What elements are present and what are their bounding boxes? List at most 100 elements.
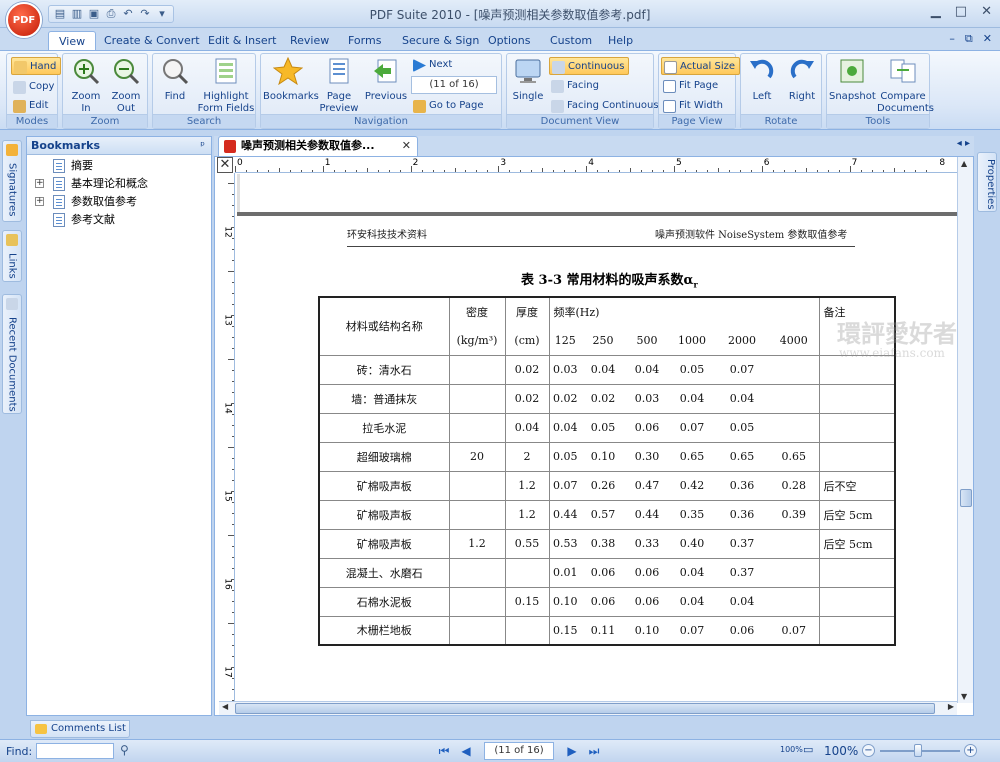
tab-create-convert[interactable]: Create & Convert [100,31,204,50]
go-to-page-button[interactable]: Go to Page [411,97,483,115]
find-input[interactable] [36,743,114,759]
bookmark-item[interactable]: + 基本理论和概念 [27,175,211,193]
tab-options[interactable]: Options [484,31,534,50]
ruler-tick [531,170,533,172]
search-icon[interactable]: ⚲ [120,743,129,757]
table-cell: 0.04 [669,383,715,414]
hand-mode-button[interactable]: Hand [11,57,62,75]
comments-list-tab[interactable]: Comments List [30,720,130,738]
zoom-in-status-button[interactable]: + [964,744,977,757]
properties-tab[interactable]: Properties [977,152,997,212]
page-count-field[interactable]: (11 of 16) [484,742,554,760]
highlight-form-fields-button[interactable]: Highlight Form Fields [197,57,255,115]
first-page-icon[interactable]: ⏮ [436,743,452,759]
customize-qat-icon[interactable]: ▾ [155,7,169,21]
scroll-left-icon[interactable]: ◀ [222,702,228,711]
copy-mode-button[interactable]: Copy [11,78,54,96]
compare-documents-button[interactable]: Compare Documents [877,57,934,115]
tab-scroll-arrows[interactable]: ◂ ▸ [957,138,970,149]
scroll-up-icon[interactable]: ▲ [961,159,967,168]
horizontal-scrollbar[interactable]: ◀ ▶ [219,701,957,715]
open-icon[interactable]: ▥ [70,7,84,21]
fit-page-button[interactable]: Fit Page [661,77,718,95]
close-tab-icon[interactable]: ✕ [402,137,411,155]
undo-icon[interactable]: ↶ [121,7,135,21]
group-label-document-view: Document View [507,114,653,128]
page-header-right: 噪声预测软件 NoiseSystem 参数取值参考 [655,230,848,241]
actual-size-status-icon[interactable]: 100% [780,745,803,754]
go-to-page-icon [413,100,426,113]
facing-view-button[interactable]: Facing [549,77,599,95]
ruler-tick [232,392,234,393]
table-cell: 0.04 [581,354,625,385]
table-cell: 0.57 [581,499,625,530]
ruler-tick [487,170,489,172]
document-tab[interactable]: 噪声预测相关参数取值参... ✕ [218,136,418,156]
horizontal-scroll-thumb[interactable] [235,703,935,714]
expand-icon[interactable]: + [35,197,44,206]
scroll-right-icon[interactable]: ▶ [948,702,954,711]
doc-close-button[interactable]: ✕ [983,32,992,46]
expand-icon[interactable]: + [35,179,44,188]
actual-size-button[interactable]: Actual Size [661,57,741,75]
zoom-out-status-button[interactable]: − [862,744,875,757]
page-number-input[interactable]: (11 of 16) [411,76,497,94]
find-button[interactable]: Find [157,57,193,103]
single-view-button[interactable]: Single [509,57,547,103]
ruler-corner-button[interactable]: ✕ [217,157,233,173]
zoom-in-button[interactable]: Zoom In [67,57,105,115]
bookmarks-button[interactable]: Bookmarks [263,56,319,103]
next-page-icon[interactable]: ▶ [564,743,580,759]
fit-width-icon [663,100,676,113]
recent-documents-tab[interactable]: Recent Documents [2,294,22,414]
close-button[interactable]: ✕ [981,4,992,19]
maximize-button[interactable]: □ [955,4,967,19]
rotate-left-button[interactable]: Left [743,57,781,103]
zoom-out-button[interactable]: Zoom Out [107,57,145,115]
bookmark-item[interactable]: 参考文献 [27,211,211,229]
rotate-right-button[interactable]: Right [783,57,821,103]
redo-icon[interactable]: ↷ [138,7,152,21]
last-page-icon[interactable]: ⏭ [586,743,602,759]
pin-icon[interactable]: ᵖ [200,137,205,155]
continuous-view-button[interactable]: Continuous [549,57,630,75]
new-icon[interactable]: ▤ [53,7,67,21]
previous-button[interactable]: Previous [363,57,409,103]
signatures-tab[interactable]: Signatures [2,140,22,222]
save-icon[interactable]: ▣ [87,7,101,21]
tab-secure-sign[interactable]: Secure & Sign [398,31,483,50]
ruler-tick [344,170,346,172]
ribbon-restore-button[interactable]: ⧉ [965,32,973,46]
previous-page-icon[interactable]: ◀ [458,743,474,759]
page-preview-button[interactable]: Page Preview [317,57,361,115]
table-cell: 0.07 [669,615,715,646]
ribbon-minimize-button[interactable]: – [949,32,955,46]
app-logo-button[interactable]: PDF [6,2,42,38]
tab-forms[interactable]: Forms [344,31,385,50]
tab-edit-insert[interactable]: Edit & Insert [204,31,280,50]
vertical-scrollbar[interactable]: ▲ ▼ [957,157,973,703]
group-label-tools: Tools [827,114,929,128]
table-cell: 0.07 [715,354,769,385]
edit-mode-button[interactable]: Edit [11,97,48,115]
fit-page-status-icon[interactable]: ▭ [803,743,813,756]
fit-width-button[interactable]: Fit Width [661,97,723,115]
tab-review[interactable]: Review [286,31,333,50]
zoom-slider-thumb[interactable] [914,744,922,757]
bookmark-item[interactable]: 摘要 [27,157,211,175]
ruler-tick [232,656,234,657]
minimize-button[interactable]: ▁ [931,4,941,19]
facing-continuous-button[interactable]: Facing Continuous [549,97,659,115]
tab-help[interactable]: Help [604,31,637,50]
tab-custom[interactable]: Custom [546,31,596,50]
vertical-scroll-thumb[interactable] [960,489,972,507]
bookmark-item[interactable]: + 参数取值参考 [27,193,211,211]
print-icon[interactable]: ⎙ [104,7,118,21]
next-button[interactable]: Next [411,56,452,74]
snapshot-button[interactable]: Snapshot [829,57,876,103]
table-cell: 0.37 [715,528,769,559]
scroll-down-icon[interactable]: ▼ [961,692,967,701]
table-cell: 0.02 [504,383,550,414]
tab-view[interactable]: View [48,31,97,50]
links-tab[interactable]: Links [2,230,22,282]
